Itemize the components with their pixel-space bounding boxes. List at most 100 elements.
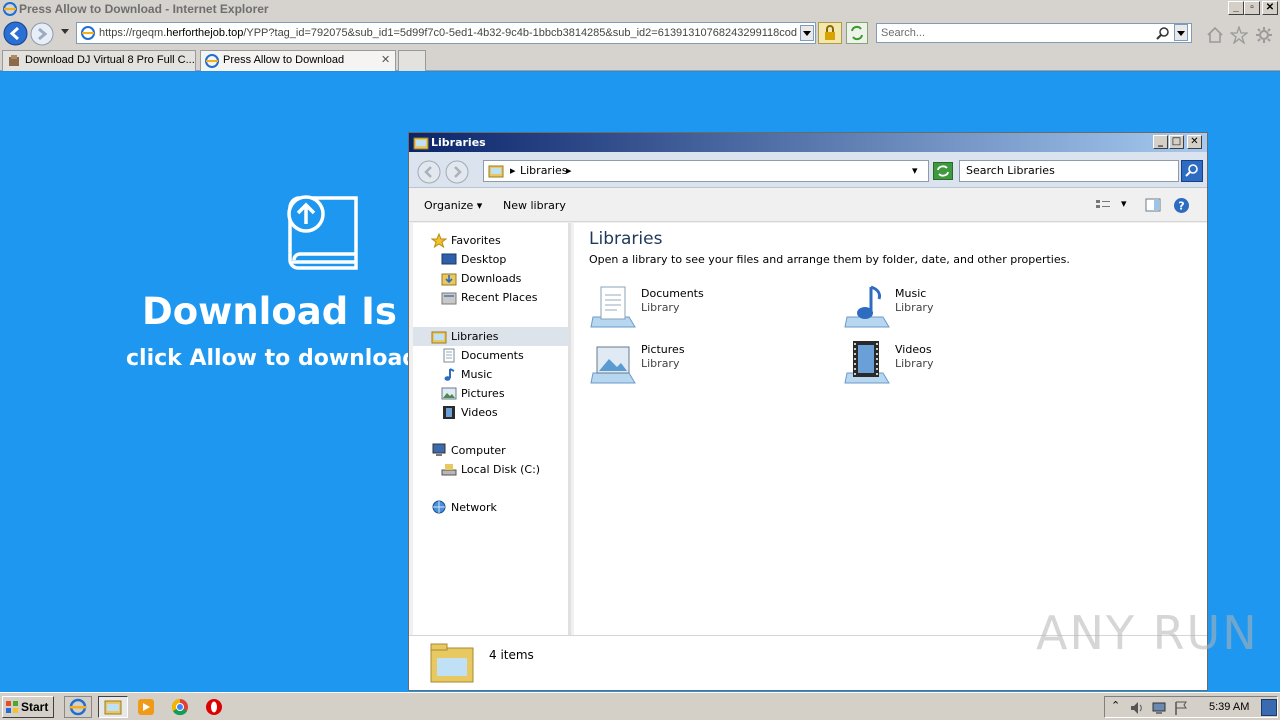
view-dropdown-icon[interactable]: ▾: [1121, 197, 1127, 210]
explorer-minimize-button[interactable]: _: [1153, 135, 1168, 149]
url-domain: herforthejob.top: [166, 27, 244, 39]
minimize-button[interactable]: _: [1228, 1, 1244, 15]
tray-expand-icon[interactable]: ⌃: [1111, 699, 1120, 712]
ie-logo-icon: [3, 2, 17, 16]
address-dropdown-icon[interactable]: [800, 25, 814, 41]
explorer-refresh-icon[interactable]: [933, 162, 953, 180]
explorer-search-icon[interactable]: [1181, 160, 1203, 182]
library-videos[interactable]: Videos Library: [843, 339, 1043, 387]
start-button[interactable]: Start: [2, 696, 54, 718]
download-book-icon: [286, 194, 362, 274]
download-favicon-icon: [7, 54, 21, 68]
taskbar-chrome-icon[interactable]: [170, 697, 190, 717]
search-icon[interactable]: [1156, 26, 1170, 40]
tools-gear-icon[interactable]: [1255, 26, 1273, 44]
nav-computer-label: Computer: [451, 444, 506, 457]
taskbar-opera-icon[interactable]: [204, 697, 224, 717]
history-dropdown-icon[interactable]: [60, 28, 70, 36]
taskbar-ie-icon[interactable]: [64, 696, 92, 718]
network-tray-icon[interactable]: [1151, 700, 1167, 716]
browser-tab-active[interactable]: Press Allow to Download ✕: [200, 50, 396, 71]
tab-close-icon[interactable]: ✕: [381, 51, 390, 70]
library-name: Pictures: [641, 343, 685, 356]
svg-text:?: ?: [1178, 200, 1184, 213]
nav-recent-places-label: Recent Places: [461, 291, 538, 304]
anyrun-watermark: ANY RUN: [1036, 606, 1259, 660]
explorer-search-input[interactable]: Search Libraries: [959, 160, 1179, 182]
ie-navigation-bar: https://rgeqm.herforthejob.top/YPP?tag_i…: [0, 18, 1280, 48]
close-button[interactable]: ✕: [1262, 1, 1278, 15]
new-library-button[interactable]: New library: [503, 199, 566, 212]
url-rest: /YPP?tag_id=792075&sub_id1=5d99f7c0-5ed1…: [243, 27, 797, 39]
library-documents[interactable]: Documents Library: [589, 283, 789, 331]
address-history-dropdown-icon[interactable]: ▾: [912, 161, 918, 181]
nav-music-label: Music: [461, 368, 493, 381]
item-count: 4 items: [489, 648, 534, 662]
explorer-close-button[interactable]: ✕: [1187, 135, 1202, 149]
navigation-pane: Favorites Desktop Downloads Recent Place…: [413, 223, 571, 635]
help-icon[interactable]: ?: [1173, 197, 1190, 214]
windows-logo-icon: [5, 700, 19, 714]
restore-button[interactable]: ▫: [1244, 1, 1260, 15]
libraries-status-icon: [429, 640, 475, 686]
library-type: Library: [895, 301, 934, 314]
explorer-breadcrumb[interactable]: ▸ Libraries ▸ ▾: [483, 160, 929, 182]
explorer-maximize-button[interactable]: □: [1169, 135, 1184, 149]
videos-library-icon: [843, 339, 891, 385]
explorer-back-button[interactable]: [417, 160, 441, 184]
library-music[interactable]: Music Library: [843, 283, 1043, 331]
volume-icon[interactable]: [1129, 700, 1145, 716]
forward-button[interactable]: [30, 22, 54, 46]
organize-button[interactable]: Organize ▾: [424, 199, 482, 212]
favorites-star-icon[interactable]: [1230, 26, 1248, 44]
library-type: Library: [641, 301, 680, 314]
library-name: Videos: [895, 343, 932, 356]
pictures-library-icon: [589, 339, 637, 385]
breadcrumb-chevron-icon[interactable]: ▸: [510, 161, 516, 181]
nav-local-disk-label: Local Disk (C:): [461, 463, 541, 476]
address-bar[interactable]: https://rgeqm.herforthejob.top/YPP?tag_i…: [76, 22, 816, 44]
libraries-icon: [488, 163, 504, 178]
preview-pane-icon[interactable]: [1145, 198, 1161, 212]
security-lock-icon[interactable]: [818, 22, 842, 44]
breadcrumb-libraries[interactable]: Libraries: [520, 161, 568, 181]
new-tab-button[interactable]: [398, 50, 426, 71]
nav-downloads-label: Downloads: [461, 272, 522, 285]
search-dropdown-icon[interactable]: [1174, 24, 1188, 41]
music-library-icon: [843, 283, 891, 329]
music-note-icon: [441, 367, 457, 382]
hard-drive-icon: [441, 462, 457, 477]
taskbar-media-player-icon[interactable]: [136, 697, 156, 717]
explorer-title-bar: Libraries _ □ ✕: [409, 133, 1207, 152]
library-pictures[interactable]: Pictures Library: [589, 339, 789, 387]
ie-favicon-icon: [205, 54, 219, 68]
home-icon[interactable]: [1206, 26, 1224, 44]
desktop-icon: [441, 252, 457, 267]
back-button[interactable]: [3, 21, 28, 46]
nav-videos-label: Videos: [461, 406, 498, 419]
breadcrumb-chevron-icon[interactable]: ▸: [566, 161, 572, 181]
network-globe-icon: [431, 500, 447, 515]
taskbar: Start ⌃ 5:39 AM: [0, 692, 1280, 720]
browser-search-input[interactable]: Search...: [876, 23, 1192, 43]
url-prefix: https://rgeqm.: [99, 27, 167, 39]
library-name: Music: [895, 287, 927, 300]
library-type: Library: [641, 357, 680, 370]
action-center-flag-icon[interactable]: [1173, 700, 1189, 716]
browser-tab[interactable]: Download DJ Virtual 8 Pro Full C...: [2, 50, 196, 71]
view-options-icon[interactable]: [1095, 198, 1111, 212]
system-tray: ⌃ 5:39 AM: [1104, 696, 1278, 718]
nav-network-label: Network: [451, 501, 497, 514]
start-label: Start: [21, 700, 49, 714]
library-type: Library: [895, 357, 934, 370]
explorer-forward-button[interactable]: [445, 160, 469, 184]
taskbar-explorer-icon[interactable]: [98, 696, 128, 718]
nav-pictures-label: Pictures: [461, 387, 505, 400]
libraries-icon: [431, 329, 447, 344]
browser-tab-label: Press Allow to Download: [223, 54, 345, 66]
refresh-icon[interactable]: [846, 22, 868, 44]
browser-tab-label: Download DJ Virtual 8 Pro Full C...: [25, 54, 195, 66]
show-desktop-button[interactable]: [1261, 699, 1277, 716]
content-pane: Libraries Open a library to see your fil…: [574, 223, 1207, 635]
taskbar-clock[interactable]: 5:39 AM: [1209, 701, 1249, 713]
